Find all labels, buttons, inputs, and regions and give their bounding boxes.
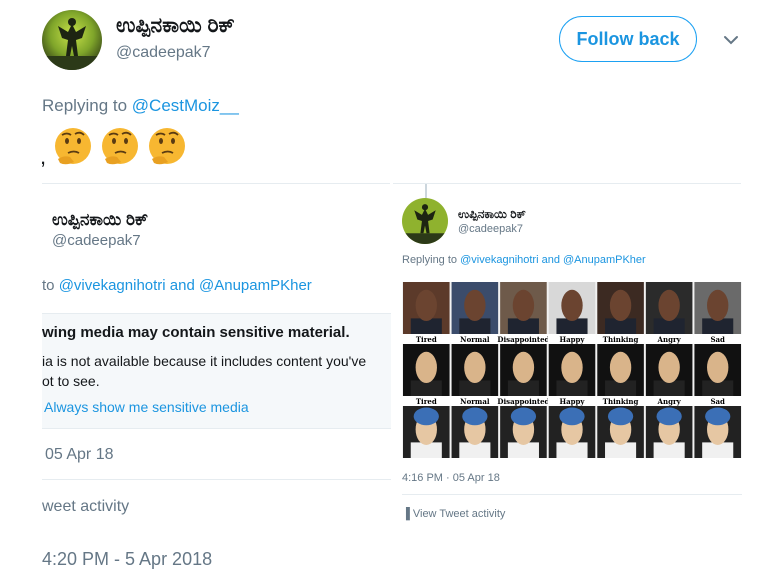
sensitive-media-title: wing media may contain sensitive materia… (42, 324, 350, 341)
grid-emotion-label: Tired (416, 397, 437, 406)
embedded-reply-mentions: @vivekagnihotri and @AnupamPKher (58, 277, 312, 294)
grid-emotion-label: Tired (416, 335, 437, 344)
grid-photo-turban (413, 407, 439, 426)
grid-emotion-label: Normal (460, 397, 490, 406)
grid-photo-face (512, 289, 535, 321)
embedded-display-name: ಉಪ್ಪಿನಕಾಯಿ ರಿಕ್ (52, 210, 149, 229)
grid-photo-face (707, 351, 729, 383)
grid-photo-face (707, 289, 729, 321)
grid-photo-face (561, 289, 583, 321)
grid-photo-face (561, 351, 583, 383)
embedded-reply-mentions: @vivekagnihotri and @AnupamPKher (460, 254, 646, 266)
grid-emotion-label: Happy (559, 335, 585, 344)
embedded-avatar (402, 198, 448, 244)
grid-photo-face (464, 289, 486, 321)
follow-back-button[interactable]: Follow back (559, 16, 697, 62)
grid-emotion-label: Thinking (603, 397, 639, 406)
thread-line (425, 184, 427, 198)
grid-emotion-label: Disappointed (497, 335, 549, 344)
embedded-date: 4:16 PM · 05 Apr 18 (402, 472, 500, 484)
grid-photo-face (415, 351, 437, 383)
chevron-down-icon[interactable] (721, 30, 741, 50)
replying-to-label: Replying to (42, 96, 128, 115)
grid-emotion-label: Sad (710, 397, 725, 406)
divider (402, 494, 742, 495)
bar-chart-icon: ▐ (402, 508, 410, 520)
grid-photo-turban (656, 407, 682, 426)
replying-to: Replying to @CestMoiz__ (42, 96, 239, 116)
tweet-timestamp: 4:20 PM - 5 Apr 2018 (42, 549, 213, 569)
divider (42, 183, 390, 184)
embedded-handle: @cadeepak7 (458, 223, 523, 235)
meme-image-grid: Tired Normal Disappointed Happy Thinking Angr… (402, 282, 742, 458)
grid-photo-face (415, 289, 437, 321)
embedded-reply-prefix: to (42, 277, 55, 294)
grid-photo-face (512, 351, 535, 383)
grid-photo-turban (559, 407, 585, 426)
divider (393, 183, 741, 184)
avatar[interactable] (42, 10, 102, 70)
thinking-face-icon (149, 128, 185, 165)
grid-emotion-label: Happy (559, 397, 585, 406)
tweet-text: , (40, 144, 47, 169)
grid-photo-turban (462, 407, 488, 426)
thinking-face-icon (102, 128, 138, 165)
embedded-reply-prefix: Replying to (402, 254, 458, 266)
embedded-replying-to: Replying to @vivekagnihotri and @AnupamP… (402, 254, 646, 266)
user-handle[interactable]: @cadeepak7 (116, 44, 211, 62)
embedded-tweet-activity: ▐ View Tweet activity (402, 508, 505, 520)
sensitive-media-body: ia is not available because it includes … (42, 351, 382, 391)
grid-emotion-label: Disappointed (497, 397, 549, 406)
embedded-replying-to: to @vivekagnihotri and @AnupamPKher (42, 277, 312, 294)
reply-mention-link[interactable]: @CestMoiz__ (132, 96, 239, 115)
show-sensitive-media-link: Always show me sensitive media (44, 399, 249, 415)
grid-photo-face (609, 289, 632, 321)
grid-emotion-label: Angry (657, 397, 682, 406)
sensitive-media-line: ia is not available because it includes … (42, 353, 367, 369)
grid-photo-face (658, 351, 680, 383)
grid-emotion-label: Sad (710, 335, 725, 344)
grid-photo-face (658, 289, 680, 321)
grid-photo-face (464, 351, 486, 383)
grid-emotion-label: Thinking (603, 335, 639, 344)
embedded-display-name: ಉಪ್ಪಿನಕಾಯಿ ರಿಕ್ (458, 207, 526, 221)
divider (42, 479, 391, 480)
embedded-tweet-activity: weet activity (42, 498, 130, 515)
embedded-handle: @cadeepak7 (52, 232, 141, 249)
sensitive-media-line: ot to see. (42, 373, 100, 389)
grid-photo-face (609, 351, 632, 383)
grid-photo-turban (510, 407, 537, 426)
grid-emotion-label: Angry (657, 335, 682, 344)
display-name[interactable]: ಉಪ್ಪಿನಕಾಯಿ ರಿಕ್ (116, 14, 235, 38)
thinking-face-icon (55, 128, 91, 165)
embedded-date: 05 Apr 18 (45, 446, 114, 463)
embedded-activity-label: View Tweet activity (412, 508, 506, 520)
grid-emotion-label: Normal (460, 335, 490, 344)
grid-photo-turban (607, 407, 634, 426)
grid-photo-turban (705, 407, 731, 426)
